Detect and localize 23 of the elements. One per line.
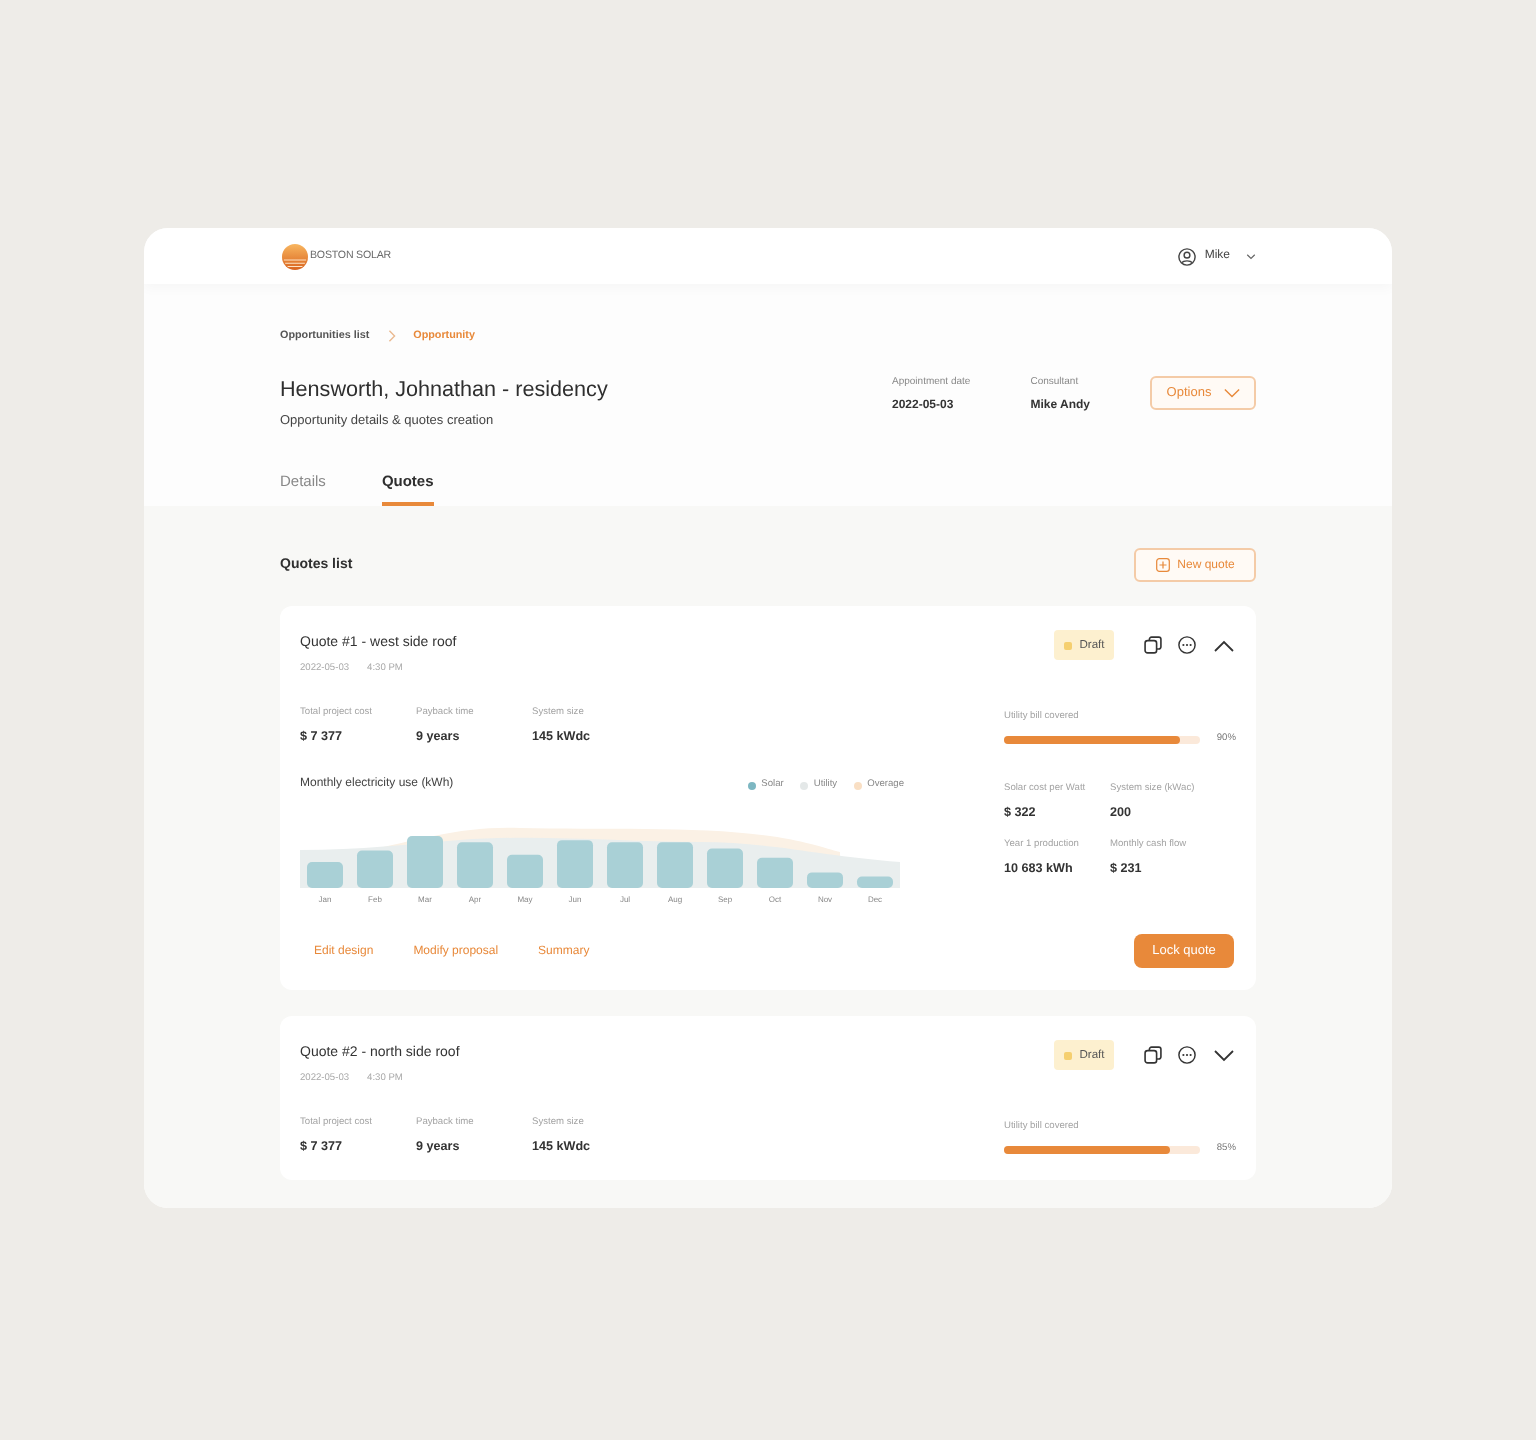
plus-square-icon [1155,558,1170,572]
solar-bar [707,848,743,888]
solar-bar [807,872,843,888]
solar-bar [307,862,343,888]
more-icon[interactable] [1178,636,1196,654]
solar-bar [557,840,593,888]
solar-bar [607,842,643,888]
solar-bar [507,854,543,888]
user-icon[interactable] [1178,247,1197,265]
more-icon[interactable] [1178,1046,1196,1064]
solar-bar [357,850,393,888]
solar-bar [407,836,443,888]
chevron-right-icon [387,330,396,342]
chevron-up-icon[interactable] [1214,639,1234,651]
sun-logo-icon [282,243,308,269]
copy-icon[interactable] [1144,1046,1162,1064]
page-title: Hensworth, Johnathan - residency [280,376,608,406]
chevron-down-icon [1223,388,1240,398]
solar-bar [757,857,793,888]
copy-icon[interactable] [1144,636,1162,654]
solar-bar [657,842,693,888]
chevron-down-icon[interactable] [1214,1049,1234,1061]
solar-bar [457,842,493,888]
